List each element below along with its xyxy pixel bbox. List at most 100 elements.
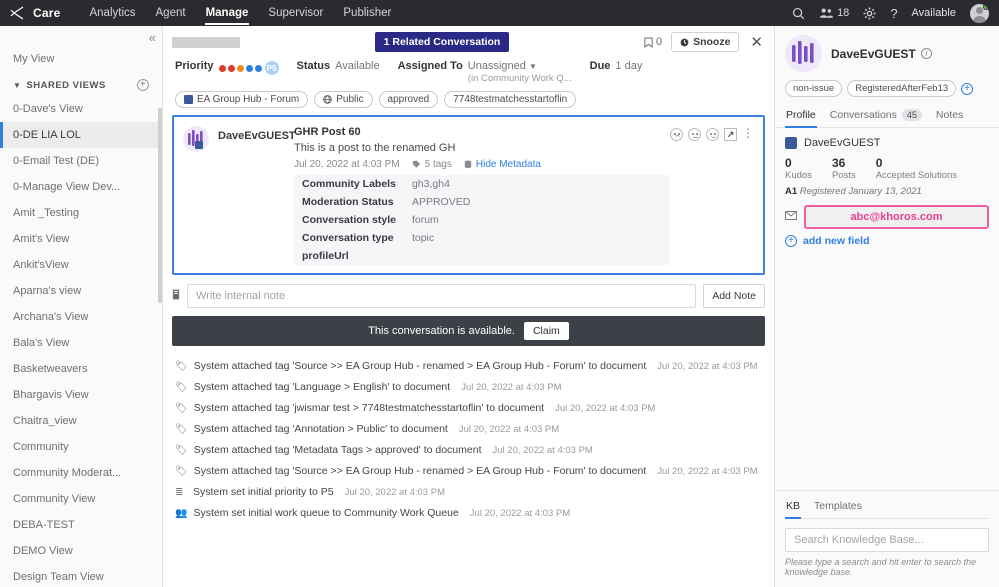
- sidebar-item-0-manage-view-dev[interactable]: 0-Manage View Dev...: [0, 174, 162, 200]
- caret-down-icon[interactable]: ▼: [529, 62, 537, 71]
- tag-ea-group-hub-forum[interactable]: EA Group Hub - Forum: [175, 91, 309, 108]
- sidebar-item-balas-view[interactable]: Bala's View: [0, 330, 162, 356]
- list-item: 🏷 System attached tag 'jwismar test > 77…: [175, 398, 765, 419]
- conversation-tags: EA Group Hub - Forum Public approved 774…: [163, 86, 774, 115]
- nav-item-manage[interactable]: Manage: [204, 2, 250, 25]
- collapse-left-icon[interactable]: «: [149, 30, 156, 45]
- sidebar-item-0-daves-view[interactable]: 0-Dave's View: [0, 96, 162, 122]
- avatar[interactable]: [183, 126, 209, 152]
- people-icon[interactable]: 18: [819, 7, 849, 19]
- post-tags-count-group[interactable]: 5 tags: [412, 159, 452, 170]
- khoros-logo-icon[interactable]: [10, 5, 26, 21]
- priority-icon: ≣: [175, 487, 184, 498]
- assigned-value-wrap: Unassigned ▼ (in Community Work Q...: [468, 60, 572, 84]
- priority-dot: [227, 64, 235, 72]
- sidebar-item-bhargavis-view[interactable]: Bhargavis View: [0, 382, 162, 408]
- people-count: 18: [837, 7, 850, 19]
- facebook-square-icon: [184, 95, 193, 104]
- log-text: System set initial work queue to Communi…: [193, 507, 459, 519]
- sidebar-item-archanas-view[interactable]: Archana's View: [0, 304, 162, 330]
- stat-label: Accepted Solutions: [875, 170, 958, 181]
- plus-circle-icon[interactable]: +: [961, 82, 974, 95]
- assigned-group[interactable]: Assigned To Unassigned ▼ (in Community W…: [398, 60, 572, 84]
- sidebar-item-amit-testing[interactable]: Amit _Testing: [0, 200, 162, 226]
- tab-kb[interactable]: KB: [785, 498, 802, 519]
- sidebar-item-my-view[interactable]: My View: [0, 46, 162, 72]
- sidebar-item-deba-test[interactable]: DEBA-TEST: [0, 512, 162, 538]
- nav-item-agent[interactable]: Agent: [155, 2, 187, 24]
- caret-down-icon: ▼: [13, 80, 22, 90]
- sidebar-item-demo-view[interactable]: DEMO View: [0, 538, 162, 564]
- gear-icon[interactable]: [863, 7, 876, 20]
- availability-status[interactable]: Available: [912, 7, 956, 19]
- sidebar-item-0-email-test-de[interactable]: 0-Email Test (DE): [0, 148, 162, 174]
- profile-email[interactable]: abc@khoros.com: [804, 205, 989, 229]
- profile-tag-registeredafterfeb13[interactable]: RegisteredAfterFeb13: [847, 80, 957, 97]
- plus-circle-icon[interactable]: +: [137, 79, 149, 91]
- sidebar-item-design-team-view[interactable]: Design Team View: [0, 564, 162, 587]
- tag-public[interactable]: Public: [314, 91, 373, 108]
- sidebar-scrollbar[interactable]: [158, 108, 162, 587]
- tab-templates[interactable]: Templates: [813, 498, 863, 518]
- happy-face-icon[interactable]: [706, 128, 719, 141]
- tag-7748testmatchesstartoflin[interactable]: 7748testmatchesstartoflin: [444, 91, 577, 108]
- add-note-button[interactable]: Add Note: [703, 284, 765, 308]
- table-row: Community Labels gh3,gh4: [294, 175, 670, 193]
- nav-item-analytics[interactable]: Analytics: [88, 2, 136, 24]
- sidebar-item-community-moderation[interactable]: Community Moderat...: [0, 460, 162, 486]
- panel-spacer: [775, 247, 999, 490]
- conversation-toolbar-right: 0 Snooze ✕: [644, 32, 765, 52]
- views-sidebar: « My View ▼ SHARED VIEWS + 0-Dave's View…: [0, 26, 163, 587]
- info-icon[interactable]: i: [920, 48, 932, 59]
- conversation-meta: Priority P5 Status Available Assigned To…: [163, 56, 774, 86]
- sidebar-item-basketweavers[interactable]: Basketweavers: [0, 356, 162, 382]
- profile-header: DaveEvGUEST i: [775, 26, 999, 78]
- log-time: Jul 20, 2022 at 4:03 PM: [555, 403, 656, 414]
- sidebar-item-chaitra-view[interactable]: Chaitra_view: [0, 408, 162, 434]
- sidebar-item-community[interactable]: Community: [0, 434, 162, 460]
- avatar[interactable]: [970, 3, 989, 23]
- expand-icon[interactable]: [724, 128, 737, 141]
- nav-item-supervisor[interactable]: Supervisor: [267, 2, 324, 24]
- tab-notes[interactable]: Notes: [935, 104, 964, 127]
- sad-face-icon[interactable]: [670, 128, 683, 141]
- due-label: Due: [589, 60, 611, 72]
- close-icon[interactable]: ✕: [748, 35, 765, 50]
- bookmark-icon[interactable]: 0: [644, 36, 662, 48]
- avatar[interactable]: [785, 35, 822, 72]
- snooze-button[interactable]: Snooze: [671, 32, 740, 52]
- internal-note-input[interactable]: [187, 284, 697, 308]
- nav-item-publisher[interactable]: Publisher: [342, 2, 392, 24]
- claim-bar: This conversation is available. Claim: [172, 316, 765, 346]
- sidebar-item-aparnas-view[interactable]: Aparna's view: [0, 278, 162, 304]
- add-new-field-button[interactable]: + add new field: [775, 235, 999, 247]
- tag-approved[interactable]: approved: [378, 91, 439, 108]
- profile-tag-non-issue[interactable]: non-issue: [785, 80, 843, 97]
- sidebar-group-shared-views[interactable]: ▼ SHARED VIEWS +: [0, 72, 162, 96]
- claim-button[interactable]: Claim: [523, 322, 569, 340]
- tag-label: EA Group Hub - Forum: [197, 94, 300, 105]
- conversations-count: 45: [901, 109, 922, 121]
- kb-search-input[interactable]: [785, 528, 989, 552]
- tab-conversations[interactable]: Conversations 45: [829, 104, 923, 127]
- kebab-menu-icon[interactable]: ⋮: [742, 127, 754, 139]
- priority-dots[interactable]: P5: [218, 61, 279, 75]
- sidebar-item-0-de-lia-lol[interactable]: 0-DE LIA LOL: [0, 122, 162, 148]
- help-icon[interactable]: ?: [890, 6, 897, 21]
- metadata-toggle[interactable]: Hide Metadata: [464, 159, 541, 170]
- sidebar-item-community-view[interactable]: Community View: [0, 486, 162, 512]
- list-item: 🏷 System attached tag 'Language > Englis…: [175, 377, 765, 398]
- neutral-face-icon[interactable]: [688, 128, 701, 141]
- sidebar-scrollbar-thumb[interactable]: [158, 108, 162, 303]
- queue-icon: 👥: [175, 508, 188, 519]
- tab-profile[interactable]: Profile: [785, 104, 817, 128]
- post-content: GHR Post 60 This is a post to the rename…: [294, 126, 670, 265]
- tag-icon: 🏷: [175, 361, 188, 372]
- tag-icon: 🏷: [175, 382, 188, 393]
- related-conversation-button[interactable]: 1 Related Conversation: [374, 32, 510, 52]
- due-value: 1 day: [615, 60, 643, 72]
- sidebar-item-ankits-view[interactable]: Ankit'sView: [0, 252, 162, 278]
- log-time: Jul 20, 2022 at 4:03 PM: [461, 382, 562, 393]
- sidebar-item-amits-view[interactable]: Amit's View: [0, 226, 162, 252]
- search-icon[interactable]: [792, 7, 805, 20]
